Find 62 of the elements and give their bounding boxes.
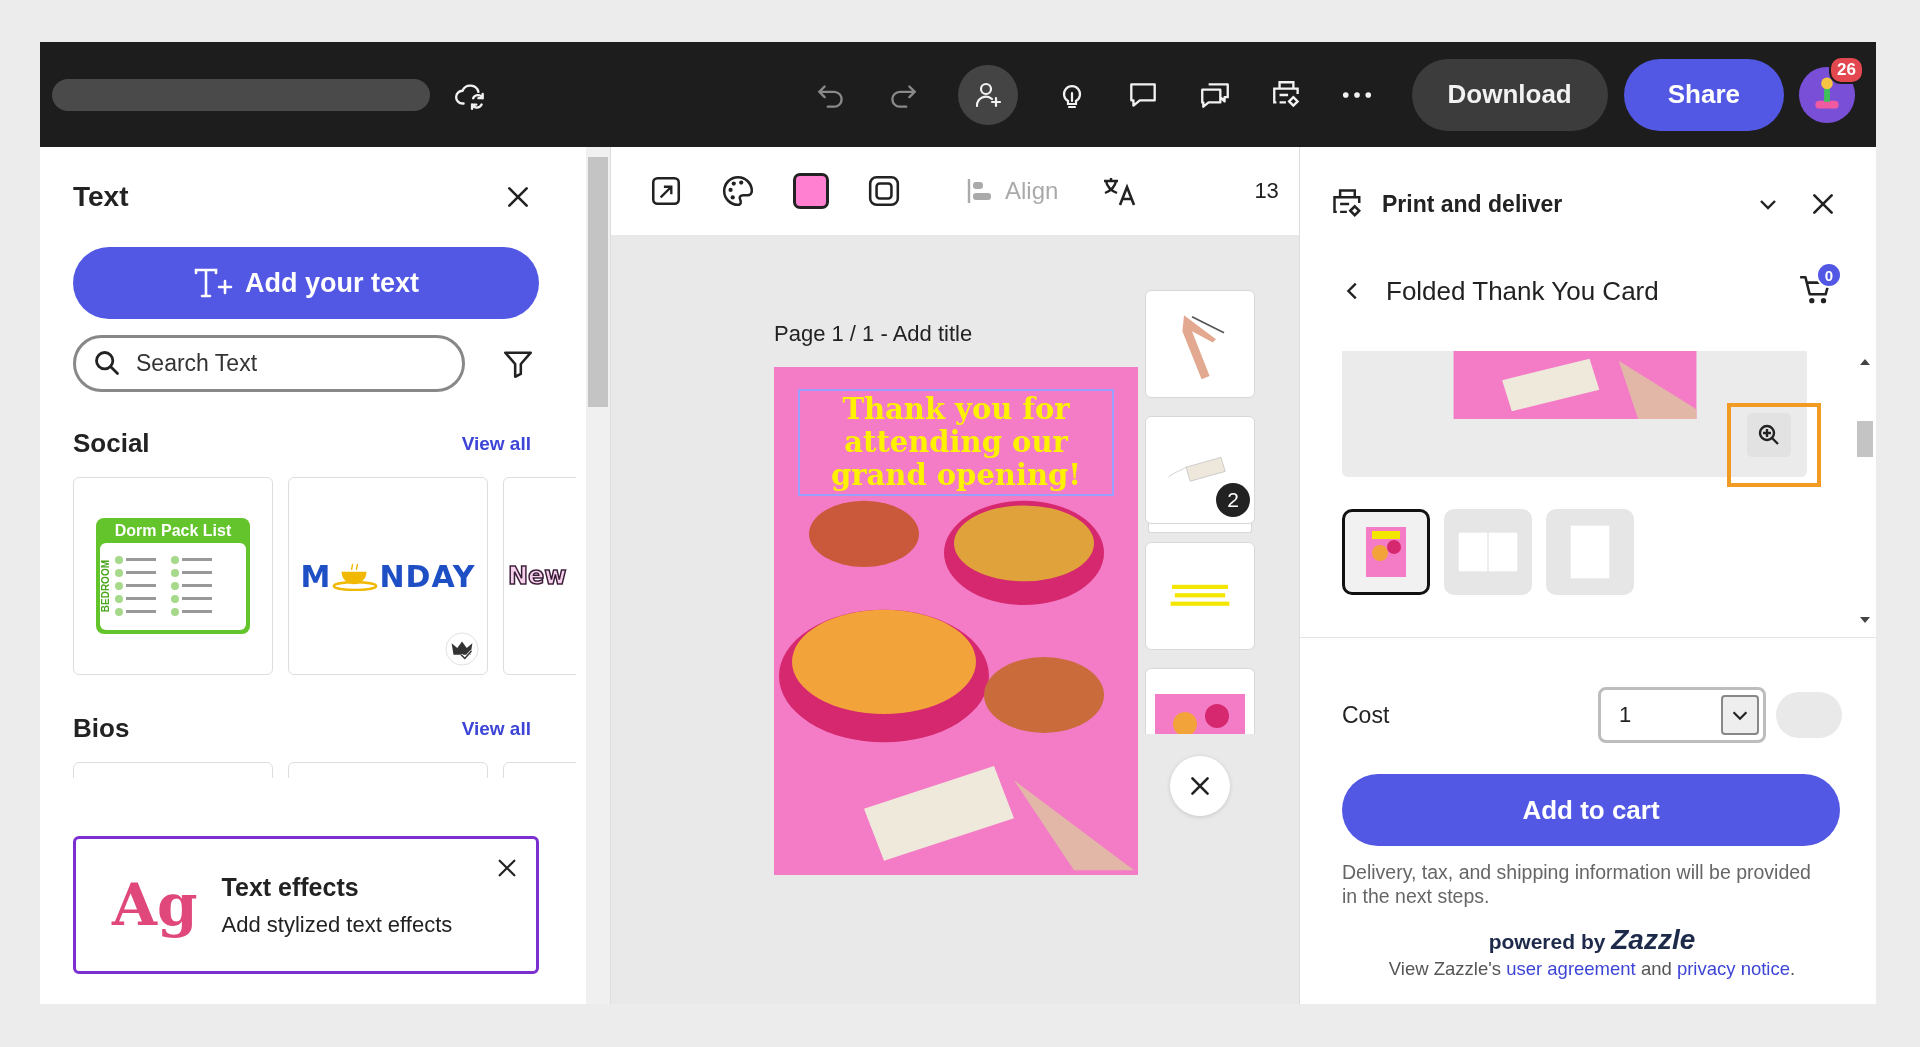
crown-badge-icon (445, 632, 479, 666)
translate-icon[interactable] (1102, 175, 1137, 207)
resize-icon[interactable] (649, 174, 683, 208)
view-all-link[interactable]: View all (461, 717, 531, 740)
view-thumbnail[interactable] (1444, 509, 1532, 595)
coffee-cup-icon (331, 561, 380, 591)
zoom-in-icon (1757, 423, 1781, 447)
section-title: Social (73, 428, 150, 459)
close-button[interactable] (1170, 756, 1230, 816)
scrollbar-thumb[interactable] (1857, 421, 1873, 457)
text-effects-banner[interactable]: Ag Text effects Add stylized text effects (73, 836, 539, 974)
view-all-link[interactable]: View all (461, 432, 531, 455)
zoom-in-button[interactable] (1747, 413, 1791, 457)
palette-icon[interactable] (721, 174, 755, 208)
template-title: New (508, 562, 567, 590)
count-badge: 2 (1216, 483, 1250, 517)
download-button[interactable]: Download (1411, 58, 1608, 131)
more-icon[interactable] (1341, 90, 1372, 99)
search-field[interactable]: Search Text (73, 335, 465, 392)
share-button[interactable]: Share (1623, 58, 1784, 131)
shipping-note: Delivery, tax, and shipping information will be provided in the next steps. (1342, 860, 1812, 908)
user-agreement-link[interactable]: user agreement (1506, 958, 1636, 979)
powered-by-text: powered by Zazzle (1487, 924, 1697, 956)
panel-title: Print and deliver (1382, 190, 1564, 218)
zoom-value[interactable]: 13 (1254, 178, 1279, 204)
view-thumbnail[interactable] (1546, 509, 1634, 595)
frame-icon[interactable] (867, 174, 901, 208)
scroll-down-icon[interactable] (1860, 617, 1870, 623)
page-thumbnail[interactable] (1145, 290, 1255, 398)
cost-label: Cost (1342, 701, 1391, 729)
page-thumbnail[interactable] (1145, 668, 1255, 734)
banner-title: Text effects (221, 872, 360, 902)
template-title: NDAY (379, 558, 476, 594)
page-label[interactable]: Page 1 / 1 - Add title (774, 321, 1138, 353)
privacy-notice-link[interactable]: privacy notice (1676, 958, 1790, 979)
template-card[interactable]: M NDAY (288, 477, 488, 675)
scrollbar-thumb[interactable] (588, 157, 608, 407)
legal-text: View Zazzle's user agreement and privacy notice. (1387, 958, 1797, 980)
add-text-icon (193, 267, 233, 299)
text-effect-sample: Ag (110, 870, 199, 941)
close-icon[interactable] (496, 857, 518, 879)
search-icon (93, 349, 121, 377)
section-title: Bios (73, 713, 130, 744)
cart-count-badge: 0 (1816, 262, 1842, 288)
close-icon[interactable] (505, 184, 531, 210)
template-title: Dorm Pack List (114, 522, 232, 540)
notification-badge: 26 (1829, 55, 1864, 84)
add-text-button[interactable]: Add your text (73, 247, 539, 319)
add-to-cart-button[interactable]: Add to cart (1342, 774, 1840, 846)
banner-text: Add stylized text effects (221, 911, 453, 938)
template-title: M (300, 558, 332, 594)
document-title-field[interactable] (52, 78, 430, 111)
page-thumbnail[interactable] (1145, 542, 1255, 650)
scroll-up-icon[interactable] (1860, 359, 1870, 365)
scrollbar[interactable] (586, 147, 610, 1004)
close-icon[interactable] (1810, 191, 1836, 217)
product-title: Folded Thank You Card (1386, 275, 1660, 307)
panel-title: Text (73, 181, 129, 213)
quantity-select[interactable]: 1 (1598, 687, 1766, 743)
template-side-label: BEDROOM (100, 560, 111, 613)
view-thumbnail[interactable] (1342, 509, 1430, 595)
fill-color-swatch[interactable] (793, 173, 829, 209)
